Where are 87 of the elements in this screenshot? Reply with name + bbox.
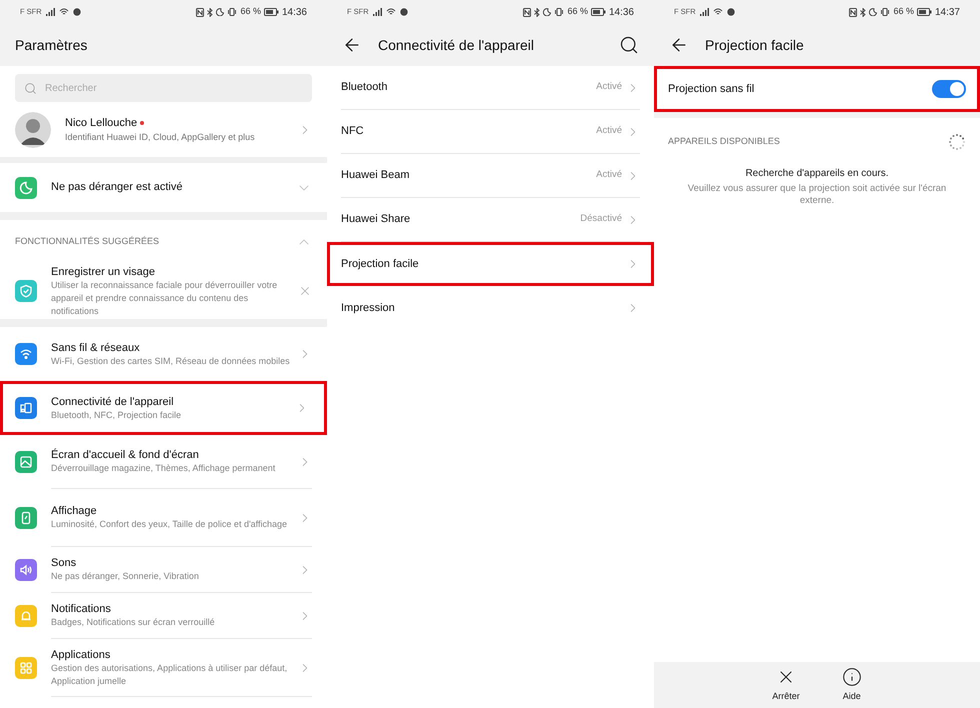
settings-title: Projection facile [341, 256, 420, 272]
status-value: Activé [596, 168, 622, 182]
bluetooth-icon [860, 8, 866, 16]
clock-time: 14:37 [934, 6, 960, 20]
signal-icon [46, 8, 55, 16]
signal-icon [372, 8, 382, 16]
page-title: Paramètres [15, 36, 88, 54]
settings-item[interactable]: Applications Gestion des autorisations, Applications à utiliser par défaut, Application jumelle [0, 639, 327, 697]
search-status: Recherche d'appareils en cours. [744, 167, 890, 181]
toggle-switch[interactable] [932, 80, 966, 98]
status-value: Activé [596, 80, 622, 94]
account-subtitle: Identifiant Huawei ID, Cloud, AppGallery et plus [65, 131, 256, 144]
settings-item[interactable]: Connectivité de l'appareil Bluetooth, NFC, Projection facile [0, 381, 327, 435]
settings-subtitle: Wi-Fi, Gestion des cartes SIM, Réseau de données mobiles [51, 354, 290, 368]
settings-item[interactable]: Huawei Beam Activé [327, 154, 654, 198]
signal-icon [700, 8, 709, 16]
settings-subtitle: Bluetooth, NFC, Projection facile [51, 408, 182, 422]
settings-item[interactable]: Affichage Luminosité, Confort des yeux, Taille de police et d'affichage [0, 489, 327, 547]
moon-icon [869, 8, 878, 16]
settings-item[interactable]: NFC Activé [327, 110, 654, 154]
battery-percent: 66 % [893, 5, 914, 18]
settings-title: Sans fil & réseaux [51, 340, 141, 354]
suggestion-title: Enregistrer un visage [51, 264, 156, 278]
settings-subtitle: Badges, Notifications sur écran verrouillé [51, 616, 216, 629]
battery-icon [264, 8, 279, 16]
settings-title: NFC [341, 124, 365, 140]
wifi-icon [386, 8, 396, 16]
settings-subtitle: Déverrouillage magazine, Thèmes, Affichage permanent [51, 462, 276, 475]
nfc-icon [196, 8, 204, 16]
battery-percent: 66 % [567, 5, 588, 18]
nfc-icon [849, 8, 858, 16]
loading-spinner-icon [948, 133, 966, 151]
search-icon [24, 82, 37, 94]
info-icon [842, 666, 862, 687]
settings-item[interactable]: Huawei Share Désactivé [327, 198, 654, 242]
settings-item[interactable]: Sons Ne pas déranger, Sonnerie, Vibration [0, 547, 327, 593]
account-name: Nico Lellouche [65, 116, 138, 130]
hint-text: Veuillez vous assurer que la projection soit activée sur l'écran externe. [686, 183, 948, 207]
bluetooth-icon [207, 8, 214, 16]
wifi-icon [58, 8, 69, 16]
dnd-label: Ne pas déranger est activé [51, 180, 184, 196]
battery-percent: 66 % [240, 5, 261, 18]
settings-item[interactable]: Notifications Badges, Notifications sur écran verrouillé [0, 593, 327, 639]
settings-title: Affichage [51, 504, 98, 518]
page-title: Projection facile [705, 36, 805, 55]
search-field[interactable]: Rechercher [15, 74, 312, 102]
help-button[interactable]: Aide [842, 666, 862, 704]
wifi-icon [712, 8, 723, 16]
nfc-icon [523, 8, 532, 16]
settings-item[interactable]: Projection facile [327, 242, 654, 286]
settings-subtitle: Ne pas déranger, Sonnerie, Vibration [51, 570, 200, 583]
status-value: Désactivé [580, 212, 622, 226]
settings-title: Sons [51, 556, 78, 570]
settings-title: Notifications [51, 602, 112, 616]
battery-icon [590, 8, 606, 16]
settings-item[interactable]: Impression [327, 286, 654, 330]
status-value: Activé [596, 124, 622, 138]
vibrate-icon [880, 8, 890, 16]
avatar [15, 112, 51, 148]
clock-time: 14:36 [282, 6, 307, 20]
vibrate-icon [227, 8, 238, 16]
section-heading: APPAREILS DISPONIBLES [668, 135, 780, 148]
settings-title: Huawei Share [341, 212, 412, 228]
account-row[interactable]: Nico Lellouche Identifiant Huawei ID, Cloud, AppGallery et plus [0, 102, 327, 157]
moon-icon [216, 8, 224, 16]
stop-button[interactable]: Arrêter [772, 666, 800, 704]
settings-title: Connectivité de l'appareil [51, 394, 175, 408]
settings-subtitle: Gestion des autorisations, Applications à utiliser par défaut, Application jumelle [51, 662, 288, 688]
page-title: Connectivité de l'appareil [378, 36, 535, 55]
settings-subtitle: Luminosité, Confort des yeux, Taille de police et d'affichage [51, 518, 288, 531]
settings-title: Applications [51, 648, 112, 662]
settings-item[interactable]: Écran d'accueil & fond d'écran Déverrouillage magazine, Thèmes, Affichage permanent [0, 435, 327, 489]
settings-title: Écran d'accueil & fond d'écran [51, 448, 200, 462]
settings-title: Impression [341, 300, 396, 316]
search-icon[interactable] [619, 35, 639, 55]
vibrate-icon [554, 8, 564, 16]
moon-icon [543, 8, 552, 16]
settings-title: Bluetooth [341, 80, 388, 96]
clock-time: 14:36 [608, 6, 634, 20]
suggestion-row[interactable]: Enregistrer un visage Utiliser la reconnaissance faciale pour déverrouiller votre appareil et prendre connaissance du contenu des notifications [0, 263, 327, 319]
settings-item[interactable]: Bluetooth Activé [327, 66, 654, 110]
battery-icon [916, 8, 932, 16]
section-heading: FONCTIONNALITÉS SUGGÉRÉES [15, 234, 160, 248]
toggle-label: Projection sans fil [668, 82, 754, 97]
bluetooth-icon [534, 8, 540, 16]
suggestion-description: Utiliser la reconnaissance faciale pour déverrouiller votre appareil et prendre connaissance du contenu des notifications [51, 278, 278, 318]
settings-title: Huawei Beam [341, 168, 410, 184]
